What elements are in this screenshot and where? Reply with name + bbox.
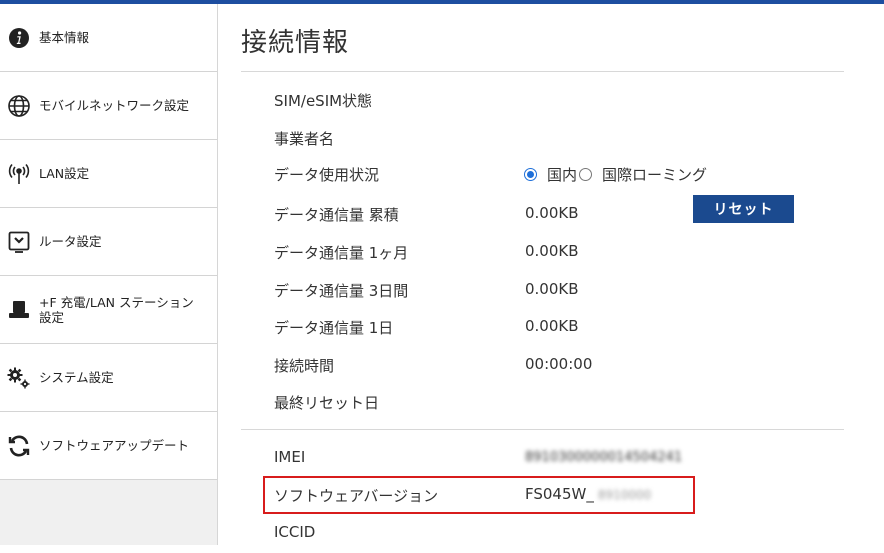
row-value: 0.00KB [525, 242, 579, 260]
row-iccid: ICCID [274, 523, 834, 553]
cradle-icon [6, 297, 32, 323]
main-panel: 接続情報 SIM/eSIM状態 事業者名 データ使用状況 国内 国際ローミング … [218, 4, 884, 545]
row-label: SIM/eSIM状態 [274, 92, 373, 110]
row-label: データ通信量 1ヶ月 [274, 244, 409, 262]
row-software-version: ソフトウェアバージョン FS045W_ 8910000 [274, 485, 834, 515]
sidebar-item-router[interactable]: ルータ設定 [0, 208, 217, 276]
row-label: データ通信量 3日間 [274, 282, 409, 300]
sidebar-item-label: ソフトウェアアップデート [39, 438, 190, 453]
imei-value-redacted: 8910300000014504241 [525, 450, 683, 465]
row-label: データ使用状況 [274, 166, 380, 184]
row-label: データ通信量 累積 [274, 206, 399, 224]
row-value: FS045W_ 8910000 [525, 485, 651, 503]
row-label: ICCID [274, 523, 316, 541]
row-imei: IMEI 8910300000014504241 [274, 448, 834, 478]
sidebar-item-label: システム設定 [39, 370, 114, 385]
row-data-usage: データ使用状況 国内 国際ローミング [274, 164, 834, 194]
section-divider [241, 429, 844, 430]
sidebar-item-lan[interactable]: LAN設定 [0, 140, 217, 208]
radio-domestic[interactable] [524, 168, 537, 181]
row-data-month: データ通信量 1ヶ月 0.00KB [274, 242, 834, 272]
row-data-day: データ通信量 1日 0.00KB [274, 317, 834, 347]
sidebar-item-system[interactable]: システム設定 [0, 344, 217, 412]
sidebar-item-label-line2: 設定 [39, 309, 65, 325]
info-icon [6, 25, 32, 51]
row-label: IMEI [274, 448, 306, 466]
row-connection-time: 接続時間 00:00:00 [274, 355, 834, 385]
row-value: 00:00:00 [525, 355, 593, 373]
row-label: 事業者名 [274, 130, 335, 148]
row-carrier: 事業者名 [274, 128, 834, 158]
usage-radio-group: 国内 国際ローミング [524, 164, 709, 185]
row-sim-status: SIM/eSIM状態 [274, 90, 834, 120]
antenna-icon [6, 161, 32, 187]
row-data-3days: データ通信量 3日間 0.00KB [274, 280, 834, 310]
row-value: 0.00KB [525, 280, 579, 298]
sw-version-prefix: FS045W_ [525, 485, 594, 503]
row-label: ソフトウェアバージョン [274, 487, 439, 505]
row-last-reset: 最終リセット日 [274, 392, 834, 422]
sidebar-item-label: モバイルネットワーク設定 [39, 98, 190, 113]
globe-icon [6, 93, 32, 119]
sidebar-item-basic-info[interactable]: 基本情報 [0, 4, 217, 72]
sidebar-item-software-update[interactable]: ソフトウェアアップデート [0, 412, 217, 480]
sw-version-redacted: 8910000 [597, 488, 652, 502]
radio-domestic-label[interactable]: 国内 [547, 164, 577, 185]
radio-roaming-label[interactable]: 国際ローミング [602, 164, 707, 185]
sidebar-item-charging-station[interactable]: +F 充電/LAN ステーション 設定 [0, 276, 217, 344]
page-title: 接続情報 [241, 28, 350, 58]
row-label: 最終リセット日 [274, 394, 380, 412]
radio-roaming[interactable] [579, 168, 593, 181]
row-label: データ通信量 1日 [274, 319, 394, 337]
sidebar-item-label: 基本情報 [39, 30, 90, 45]
sidebar-item-label-group: +F 充電/LAN ステーション 設定 [39, 295, 194, 325]
gears-icon [6, 365, 32, 391]
title-divider [241, 71, 844, 72]
sidebar-item-label: LAN設定 [39, 166, 90, 181]
sidebar-item-label: ルータ設定 [39, 234, 102, 249]
router-icon [6, 229, 32, 255]
sidebar-item-label: +F 充電/LAN ステーション [39, 294, 194, 310]
row-label: 接続時間 [274, 357, 335, 375]
sidebar: 基本情報 モバイルネットワーク設定 LAN設定 ルータ設定 +F 充電/LAN … [0, 4, 218, 545]
sidebar-item-mobile-network[interactable]: モバイルネットワーク設定 [0, 72, 217, 140]
row-value: 0.00KB [525, 317, 579, 335]
reset-button[interactable]: リセット [693, 195, 794, 223]
row-value: 0.00KB [525, 204, 579, 222]
refresh-icon [6, 433, 32, 459]
